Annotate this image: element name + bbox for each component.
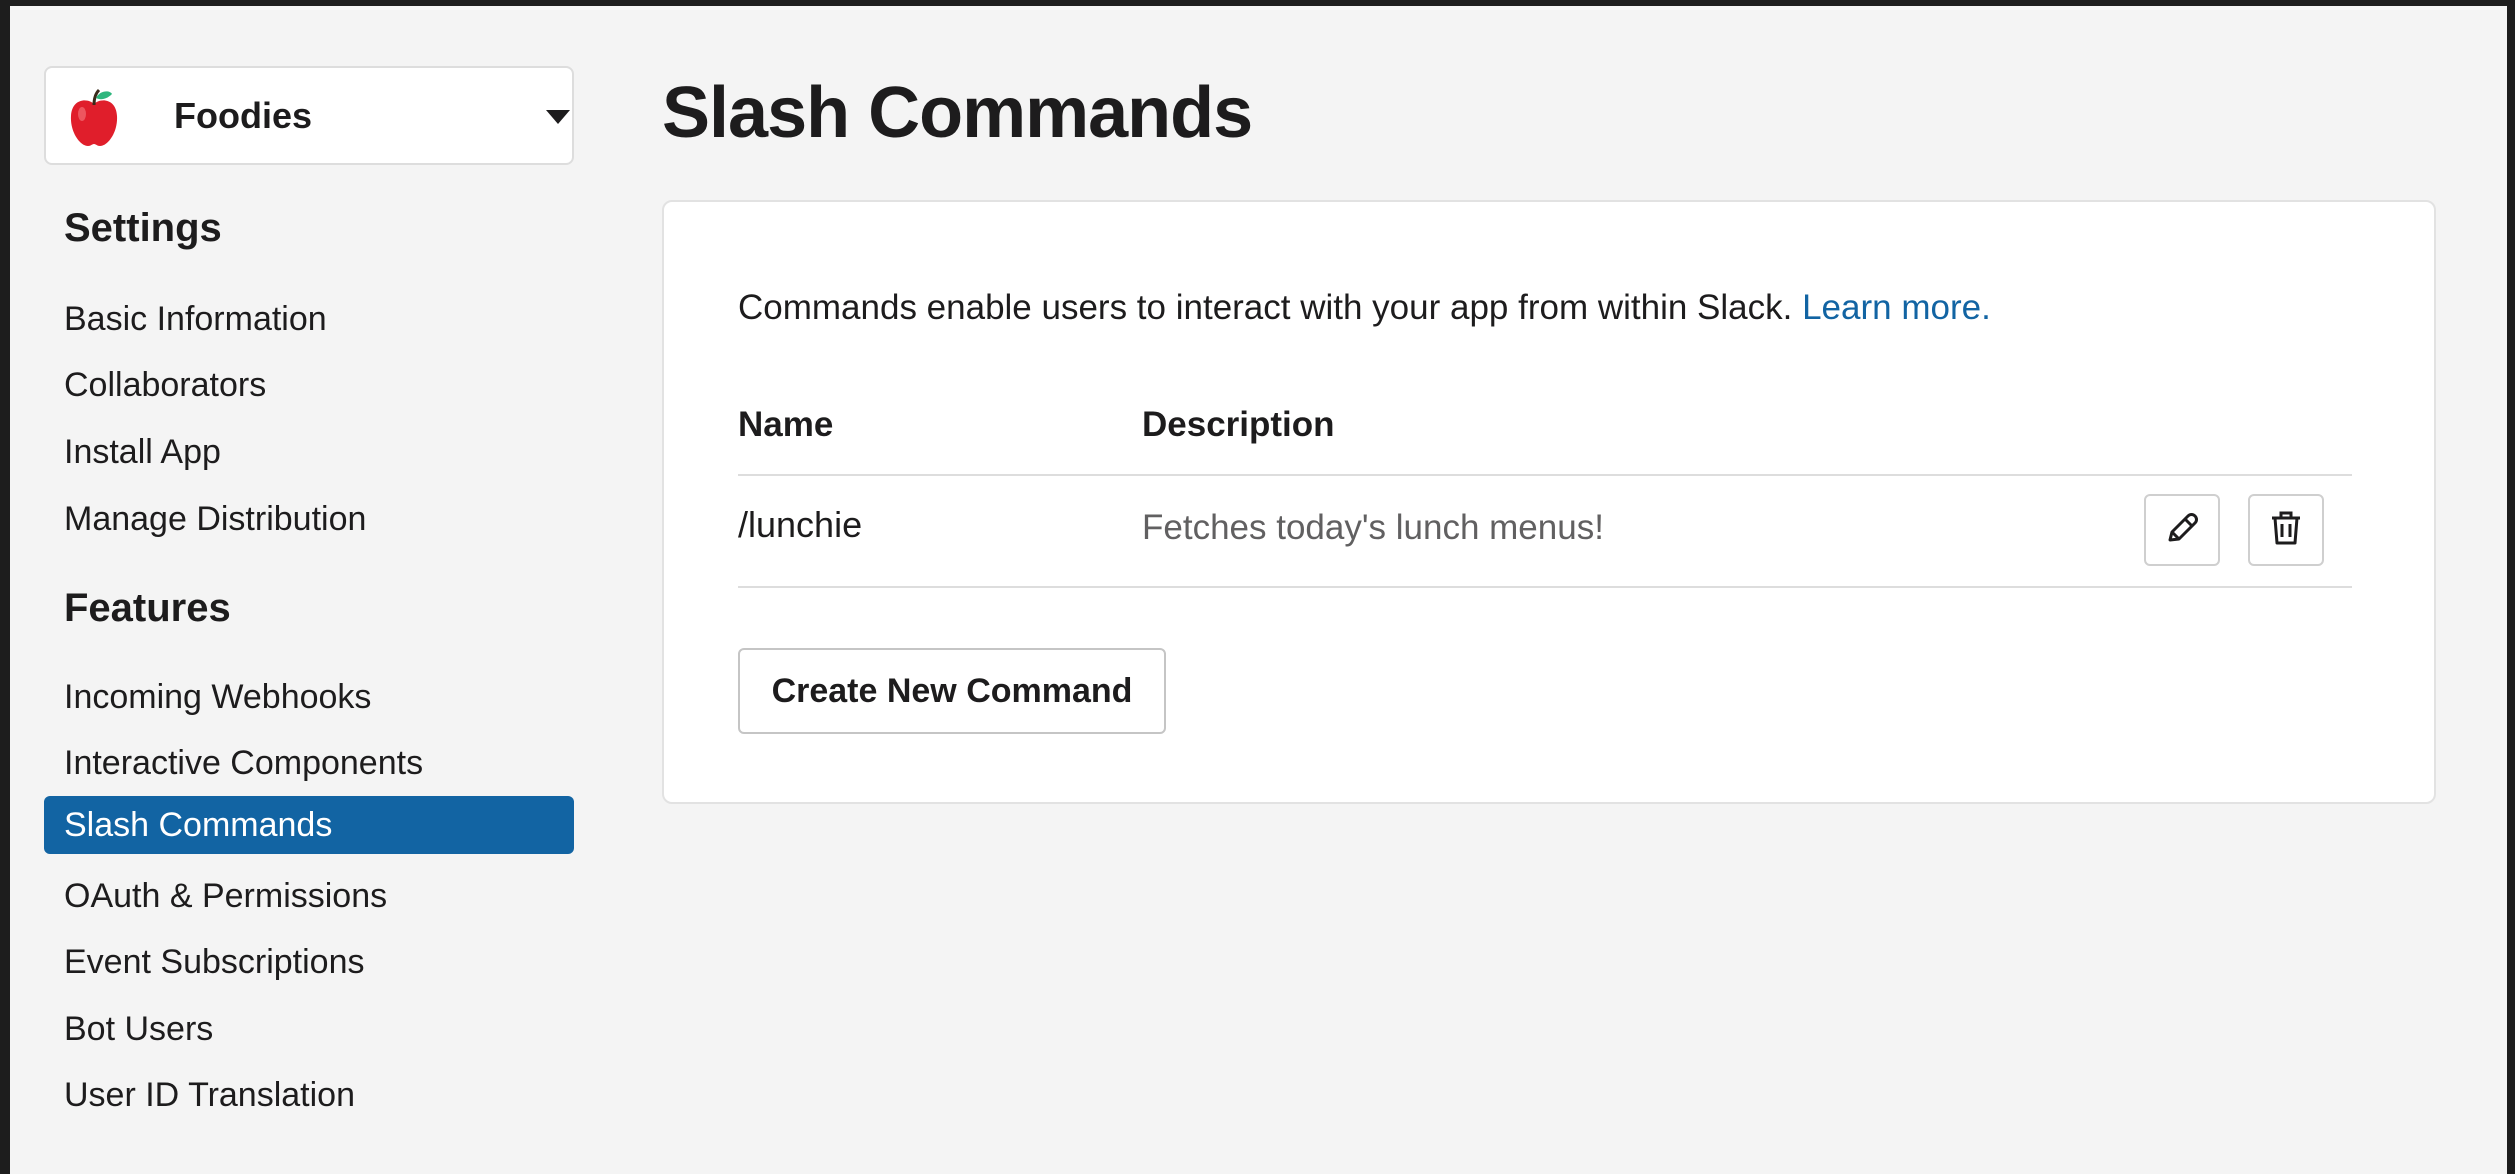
delete-command-button[interactable] [2248,494,2324,566]
app-name: Foodies [174,95,313,136]
apple-icon [66,88,122,148]
column-header-name: Name [738,405,834,444]
chevron-down-icon [546,110,570,124]
sidebar-item-manage-distribution[interactable]: Manage Distribution [44,490,574,548]
command-description: Fetches today's lunch menus! [1142,508,1604,547]
app-selector-dropdown[interactable]: Foodies [44,66,574,165]
app-config-page: Foodies Settings Basic Information Colla… [10,6,2507,1174]
sidebar-item-install-app[interactable]: Install App [44,423,574,481]
sidebar-item-slash-commands[interactable]: Slash Commands [44,796,574,854]
intro-description: Commands enable users to interact with y… [738,288,1793,327]
trash-icon [2266,508,2306,553]
edit-command-button[interactable] [2144,494,2220,566]
command-name: /lunchie [738,504,863,545]
create-new-command-button[interactable]: Create New Command [738,648,1166,734]
pencil-icon [2162,508,2202,553]
sidebar-item-user-id-translation[interactable]: User ID Translation [44,1066,574,1124]
sidebar-item-bot-users[interactable]: Bot Users [44,1000,574,1058]
sidebar-item-collaborators[interactable]: Collaborators [44,356,574,414]
table-divider [738,474,2352,476]
intro-text: Commands enable users to interact with y… [738,288,1991,328]
sidebar-item-basic-information[interactable]: Basic Information [44,290,574,348]
sidebar-item-incoming-webhooks[interactable]: Incoming Webhooks [44,668,574,726]
table-divider [738,586,2352,588]
commands-card: Commands enable users to interact with y… [662,200,2436,804]
page-title: Slash Commands [662,73,1253,153]
column-header-description: Description [1142,405,1335,444]
sidebar-item-oauth-permissions[interactable]: OAuth & Permissions [44,867,574,925]
learn-more-link[interactable]: Learn more. [1802,288,1991,327]
sidebar-item-interactive-components[interactable]: Interactive Components [44,734,574,792]
settings-heading: Settings [64,206,222,250]
sidebar-item-event-subscriptions[interactable]: Event Subscriptions [44,933,574,991]
features-heading: Features [64,586,231,630]
